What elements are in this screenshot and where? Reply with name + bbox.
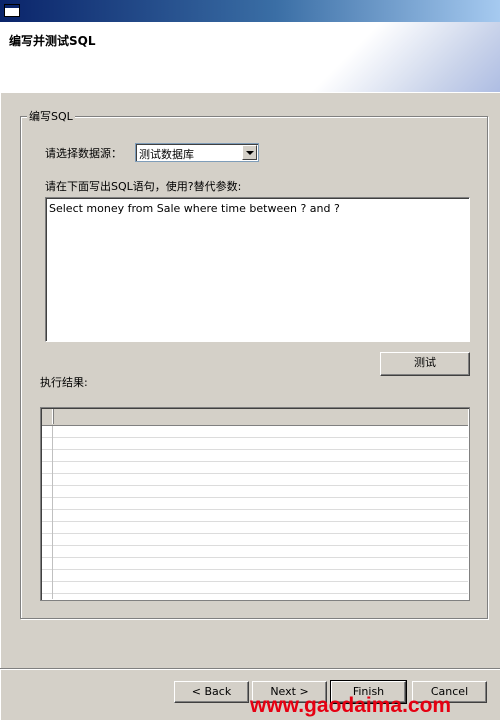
- datasource-value: 测试数据库: [139, 148, 194, 161]
- window-edge: [0, 93, 1, 720]
- groupbox-legend: 编写SQL: [27, 108, 75, 124]
- sql-instruction-label: 请在下面写出SQL语句，使用?替代参数:: [45, 180, 242, 193]
- title-bar: [0, 0, 500, 22]
- corner-header-cell[interactable]: [42, 409, 54, 424]
- result-label: 执行结果:: [40, 376, 88, 389]
- datasource-label: 请选择数据源：: [45, 147, 122, 160]
- results-table[interactable]: [40, 407, 470, 601]
- row-header-column: [42, 426, 53, 599]
- wizard-banner: 编写并测试SQL: [0, 22, 500, 93]
- test-button[interactable]: 测试: [380, 352, 470, 376]
- results-rows: [42, 426, 468, 599]
- footer-separator-highlight: [0, 669, 500, 670]
- chevron-down-icon[interactable]: [242, 145, 257, 160]
- banner-separator: [0, 92, 500, 93]
- back-button[interactable]: < Back: [174, 681, 249, 703]
- banner-graphic: [300, 22, 500, 92]
- sql-textarea[interactable]: Select money from Sale where time betwee…: [45, 197, 470, 342]
- page-title: 编写并测试SQL: [9, 34, 96, 48]
- sql-text: Select money from Sale where time betwee…: [49, 202, 340, 215]
- results-header: [42, 409, 468, 426]
- datasource-select[interactable]: 测试数据库: [135, 143, 259, 162]
- watermark-text: www.gaodaima.com: [250, 694, 452, 717]
- window-icon[interactable]: [4, 4, 20, 17]
